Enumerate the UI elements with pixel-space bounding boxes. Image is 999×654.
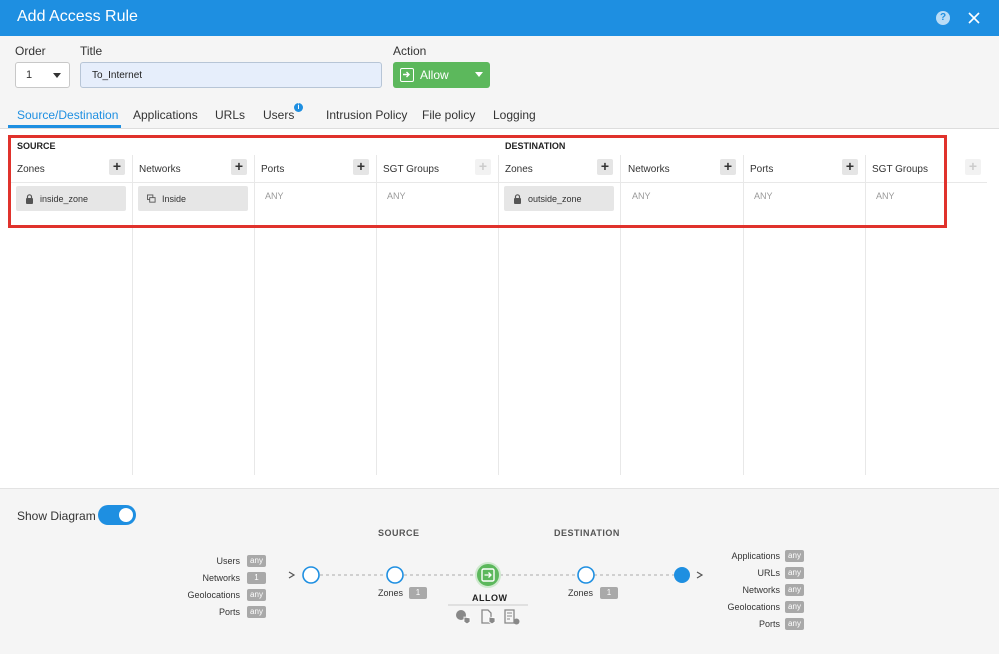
tab-file-policy[interactable]: File policy [422, 108, 475, 122]
order-value: 1 [26, 69, 33, 81]
chevron-down-icon [475, 72, 483, 77]
diagram-dest-ports-badge: any [785, 618, 804, 630]
toggle-knob [119, 508, 133, 522]
flow-start-arrow [288, 571, 296, 579]
diagram-dest-ports-label: Ports [758, 619, 780, 629]
dialog-titlebar: Add Access Rule ? [0, 0, 999, 36]
highlight-box [8, 135, 947, 228]
diagram-destination-title: DESTINATION [554, 528, 620, 538]
diagram-dest-networks-badge: any [785, 584, 804, 596]
show-diagram-label: Show Diagram [17, 509, 96, 523]
tab-source-destination[interactable]: Source/Destination [17, 108, 118, 122]
allow-icon [400, 68, 414, 82]
action-label: Action [393, 44, 427, 58]
flow-diagram [288, 562, 704, 606]
action-value: Allow [420, 68, 449, 82]
intrusion-policy-icon[interactable] [455, 609, 471, 625]
title-input[interactable]: To_Internet [80, 62, 382, 88]
flow-source-zone-node [386, 566, 404, 584]
diagram-urls-badge: any [785, 567, 804, 579]
diagram-dest-networks-label: Networks [742, 585, 780, 595]
info-icon: i [294, 103, 303, 112]
help-icon[interactable]: ? [936, 11, 950, 25]
dialog-title: Add Access Rule [17, 8, 138, 25]
flow-destination-zone-node [577, 566, 595, 584]
diagram-dest-geolocations-badge: any [785, 601, 804, 613]
diagram-action-label: ALLOW [472, 593, 508, 603]
diagram-destination-zones-label: Zones [567, 588, 593, 598]
tabs-divider [0, 128, 999, 129]
order-label: Order [15, 44, 46, 58]
title-label: Title [80, 44, 103, 58]
flow-source-node [302, 566, 320, 584]
file-policy-icon[interactable] [480, 609, 496, 625]
diagram-source-zones-badge: 1 [409, 587, 427, 599]
diagram-urls-label: URLs [757, 568, 780, 578]
add-destination-sgt-button[interactable]: + [965, 159, 981, 175]
close-icon[interactable] [966, 10, 982, 26]
diagram-dest-geolocations-label: Geolocations [727, 602, 780, 612]
order-select[interactable]: 1 [15, 62, 70, 88]
tab-users[interactable]: Users [263, 108, 294, 122]
logging-icon[interactable] [504, 609, 520, 625]
diagram-destination-zones-badge: 1 [600, 587, 618, 599]
tab-intrusion-policy[interactable]: Intrusion Policy [326, 108, 407, 122]
diagram-applications-label: Applications [731, 551, 780, 561]
title-input-value: To_Internet [92, 70, 143, 81]
diagram-source-zones-label: Zones [377, 588, 403, 598]
action-dropdown[interactable]: Allow [393, 62, 490, 88]
tab-logging[interactable]: Logging [493, 108, 536, 122]
chevron-down-icon [53, 73, 61, 78]
flow-destination-node [674, 567, 690, 583]
show-diagram-toggle[interactable] [98, 505, 136, 525]
tab-urls[interactable]: URLs [215, 108, 245, 122]
tab-applications[interactable]: Applications [133, 108, 198, 122]
diagram-source-title: SOURCE [378, 528, 420, 538]
diagram-applications-badge: any [785, 550, 804, 562]
